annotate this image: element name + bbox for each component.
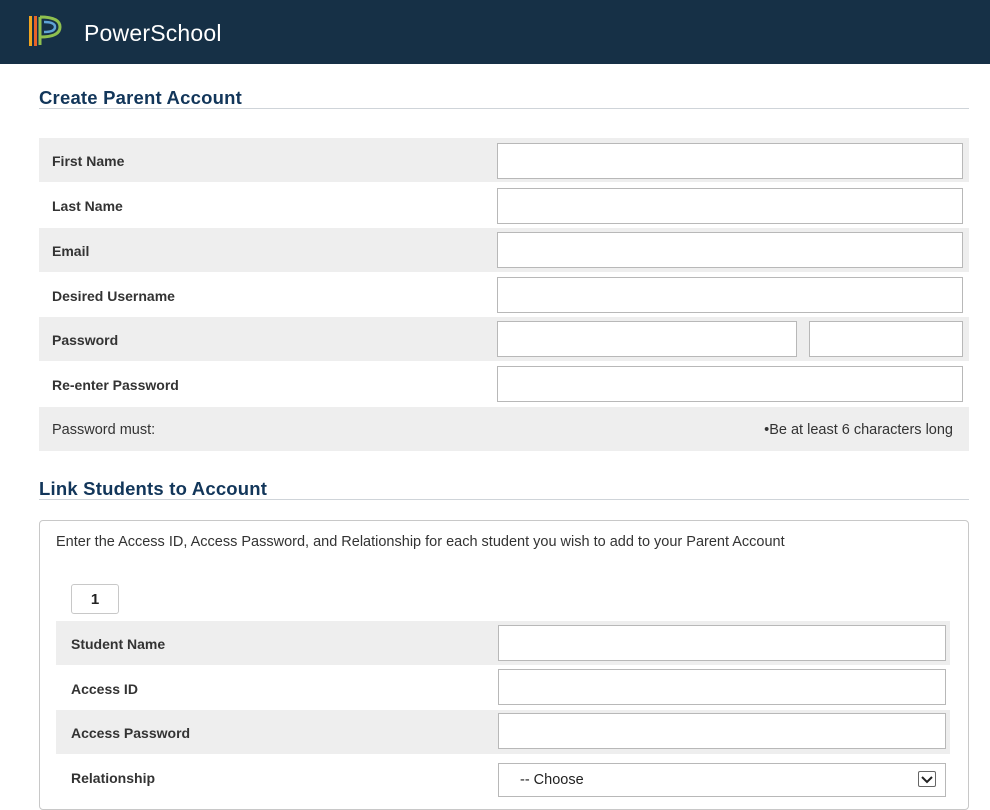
reenter-password-row: Re-enter Password <box>39 362 969 406</box>
password-row: Password <box>39 317 969 361</box>
relationship-row: Relationship -- Choose <box>56 755 950 799</box>
email-row: Email <box>39 228 969 272</box>
last-name-label: Last Name <box>52 198 123 214</box>
relationship-selected-value: -- Choose <box>520 772 584 788</box>
password-rules-label: Password must: <box>52 422 156 438</box>
relationship-label: Relationship <box>71 770 156 786</box>
first-name-input[interactable] <box>497 143 963 179</box>
username-label: Desired Username <box>52 288 175 304</box>
create-account-title: Create Parent Account <box>39 87 242 108</box>
powerschool-logo-icon <box>29 15 62 46</box>
chevron-down-icon[interactable] <box>918 771 936 787</box>
app-title: PowerSchool <box>84 20 222 46</box>
link-students-title: Link Students to Account <box>39 478 268 499</box>
link-instructions: Enter the Access ID, Access Password, an… <box>56 534 785 550</box>
username-row: Desired Username <box>39 273 969 317</box>
reenter-password-label: Re-enter Password <box>52 377 179 393</box>
access-id-label: Access ID <box>71 681 138 697</box>
student-tab-1[interactable]: 1 <box>71 584 119 614</box>
password-input[interactable] <box>497 321 797 357</box>
student-name-label: Student Name <box>71 636 166 652</box>
section-divider <box>39 499 969 500</box>
student-link-panel: Enter the Access ID, Access Password, an… <box>39 520 969 810</box>
relationship-select[interactable]: -- Choose <box>498 763 946 797</box>
access-id-row: Access ID <box>56 666 950 710</box>
email-input[interactable] <box>497 232 963 268</box>
email-label: Email <box>52 243 90 259</box>
last-name-row: Last Name <box>39 183 969 227</box>
password-rules-row: Password must: •Be at least 6 characters… <box>39 407 969 451</box>
reenter-password-input[interactable] <box>497 366 963 402</box>
chevron-down-icon <box>921 776 933 784</box>
username-input[interactable] <box>497 277 963 313</box>
student-name-input[interactable] <box>498 625 946 661</box>
first-name-row: First Name <box>39 138 969 182</box>
password-strength-box <box>809 321 963 357</box>
section-divider <box>39 108 969 109</box>
last-name-input[interactable] <box>497 188 963 224</box>
password-rule-text: •Be at least 6 characters long <box>764 422 953 438</box>
first-name-label: First Name <box>52 153 125 169</box>
access-password-row: Access Password <box>56 710 950 754</box>
access-password-label: Access Password <box>71 725 191 741</box>
student-name-row: Student Name <box>56 621 950 665</box>
top-header: PowerSchool <box>0 0 990 64</box>
access-id-input[interactable] <box>498 669 946 705</box>
password-label: Password <box>52 332 119 348</box>
access-password-input[interactable] <box>498 713 946 749</box>
